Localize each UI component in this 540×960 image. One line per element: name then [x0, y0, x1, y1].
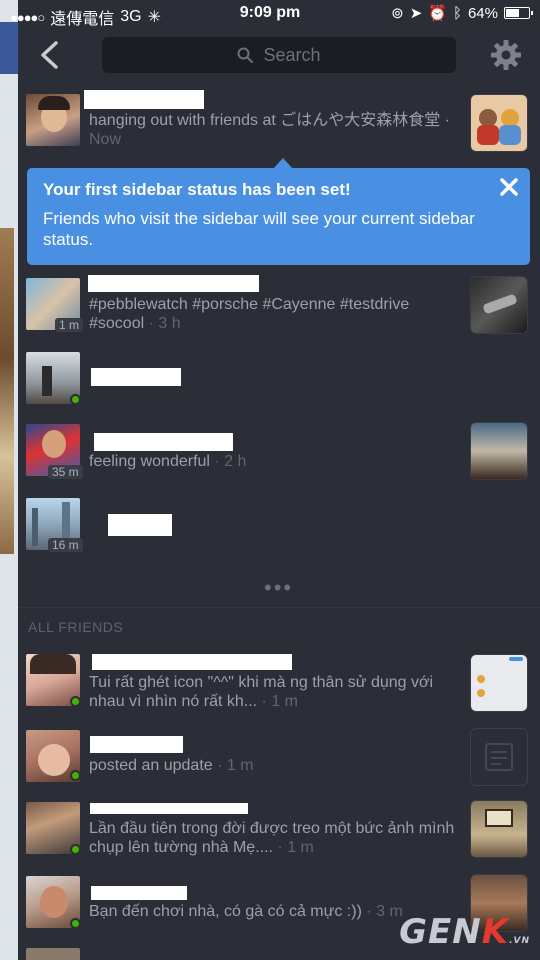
status-photo-thumbnail[interactable] [470, 800, 528, 858]
avatar [26, 94, 80, 146]
status-text: Tui rất ghét icon "^^" khi mà ng thân sử… [89, 674, 434, 691]
friend-row[interactable]: Tui rất ghét icon "^^" khi mà ng thân sử… [18, 652, 540, 714]
contact-row[interactable]: 35 m feeling wonderful · 2 h [18, 422, 540, 484]
last-active-badge: 35 m [48, 465, 83, 479]
redacted-name [91, 886, 187, 900]
status-text: Lần đầu tiên trong đời được treo một bức… [89, 820, 455, 837]
online-indicator [70, 844, 81, 855]
bluetooth-icon: ᛒ [452, 4, 462, 22]
tooltip-body: Friends who visit the sidebar will see y… [43, 209, 475, 249]
friend-row[interactable]: posted an update · 1 m [18, 728, 540, 786]
alarm-icon: ⏰ [428, 5, 447, 22]
contact-row[interactable] [18, 352, 540, 406]
update-placeholder-icon[interactable] [470, 728, 528, 786]
status-photo-thumbnail[interactable] [470, 276, 528, 334]
contact-row[interactable]: 16 m [18, 498, 540, 554]
status-text: #pebblewatch #porsche #Cayenne #testdriv… [89, 296, 410, 313]
tooltip-title: Your first sidebar status has been set! [43, 180, 351, 199]
status-text-continued: chụp lên tường nhà Mẹ.... · 1 m [89, 839, 314, 856]
search-placeholder: Search [263, 44, 321, 65]
genk-watermark-logo: GENK.VN [399, 912, 530, 952]
rotation-lock-icon: ⊚ [391, 5, 404, 22]
more-options-icon[interactable]: ••• [264, 575, 293, 601]
section-divider [18, 607, 540, 608]
avatar [26, 948, 80, 960]
location-thumbnail[interactable] [470, 94, 528, 152]
status-bar: ●●●●○ 遠傳電信 3G ✳ 9:09 pm ⊚ ➤ ⏰ ᛒ 64% [0, 0, 540, 28]
status-text: hanging out with friends at ごはんや大安森林食堂 · [89, 112, 451, 129]
status-text-continued: nhau vì nhìn nó rất kh... · 1 m [89, 693, 298, 710]
chat-sidebar: Search hanging out with friends at ごはんや大… [18, 0, 540, 960]
my-status-row[interactable]: hanging out with friends at ごはんや大安森林食堂 ·… [18, 90, 540, 152]
status-set-tooltip: Your first sidebar status has been set! … [27, 158, 530, 265]
last-active-badge: 1 m [55, 318, 84, 332]
redacted-name [84, 90, 204, 109]
redacted-name [94, 433, 233, 451]
status-text: posted an update · 1 m [89, 757, 254, 774]
redacted-name [90, 736, 183, 753]
status-text: feeling wonderful · 2 h [89, 453, 247, 470]
settings-gear-icon[interactable] [490, 39, 522, 71]
section-header: ALL FRIENDS [28, 619, 124, 635]
status-text-continued: #socool · 3 h [89, 315, 181, 332]
online-indicator [70, 696, 81, 707]
battery-percent: 64% [467, 4, 498, 22]
underlying-feed-peek[interactable] [0, 0, 18, 960]
search-icon [237, 47, 254, 63]
online-indicator [70, 770, 81, 781]
redacted-name [108, 514, 172, 536]
back-chevron-icon[interactable] [36, 40, 64, 70]
last-active-badge: 16 m [48, 538, 83, 552]
sidebar-nav: Search [18, 30, 540, 80]
status-photo-thumbnail[interactable] [470, 654, 528, 712]
friend-row[interactable]: Lần đầu tiên trong đời được treo một bức… [18, 800, 540, 862]
redacted-name [92, 654, 292, 670]
search-field[interactable]: Search [102, 37, 456, 73]
status-time: Now [89, 131, 122, 148]
location-icon: ➤ [409, 5, 423, 22]
online-indicator [70, 918, 81, 929]
redacted-name [90, 803, 248, 814]
status-text: Bạn đến chơi nhà, có gà có cả mực :)) · … [89, 903, 403, 920]
feed-photo-peek [0, 228, 14, 554]
redacted-name [91, 368, 181, 386]
redacted-name [88, 275, 259, 292]
feed-header-peek [0, 22, 18, 74]
online-indicator [70, 394, 81, 405]
contact-row[interactable]: 1 m #pebblewatch #porsche #Cayenne #test… [18, 274, 540, 340]
close-icon[interactable] [500, 178, 518, 196]
battery-icon [504, 7, 533, 19]
status-photo-thumbnail[interactable] [470, 422, 528, 480]
